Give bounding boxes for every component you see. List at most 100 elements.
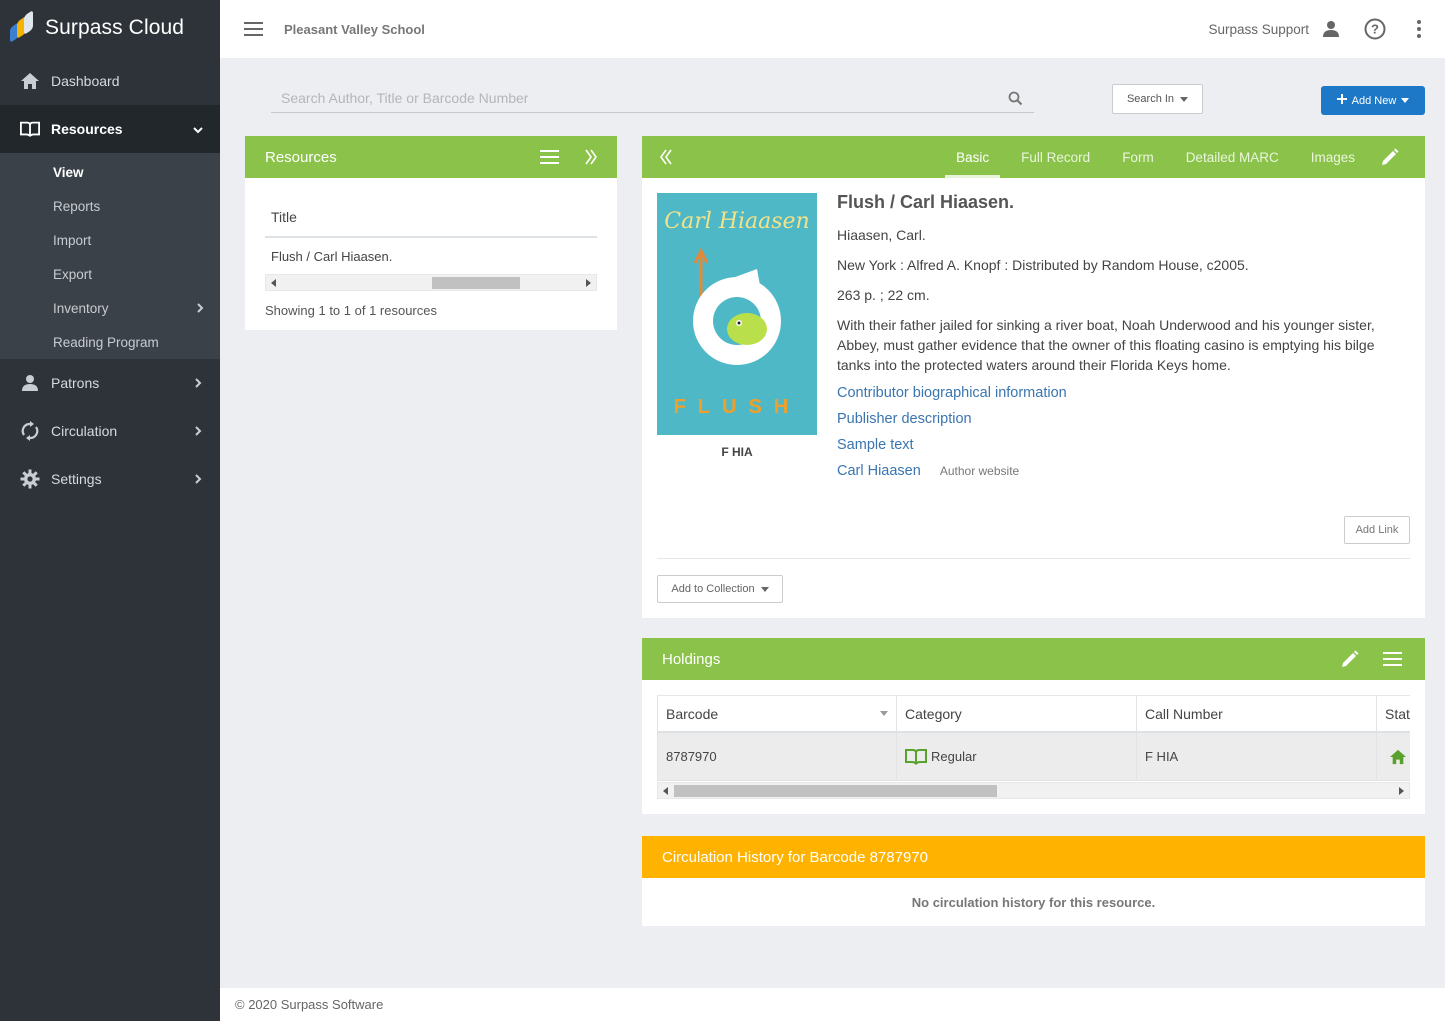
- sub-item-reports[interactable]: Reports: [0, 189, 220, 223]
- add-link-button[interactable]: Add Link: [1344, 516, 1410, 544]
- divider: [657, 558, 1410, 559]
- column-header-title[interactable]: Title: [265, 198, 597, 238]
- column-header-category[interactable]: Category: [897, 696, 1137, 731]
- sub-item-label: Reading Program: [53, 334, 159, 350]
- add-to-collection-dropdown[interactable]: Add to Collection: [657, 575, 783, 603]
- scroll-left-icon[interactable]: [271, 279, 276, 287]
- scroll-right-icon[interactable]: [586, 279, 591, 287]
- edit-icon[interactable]: [1339, 648, 1361, 670]
- sub-item-view[interactable]: View: [0, 155, 220, 189]
- collapse-left-icon[interactable]: [658, 146, 674, 168]
- brand[interactable]: Surpass Cloud: [0, 0, 220, 56]
- scroll-right-icon[interactable]: [1399, 787, 1404, 795]
- svg-text:?: ?: [1371, 22, 1379, 37]
- scroll-left-icon[interactable]: [663, 787, 668, 795]
- tab-images[interactable]: Images: [1300, 136, 1366, 178]
- search-icon[interactable]: [1004, 87, 1026, 109]
- panel-title: Resources: [265, 148, 337, 166]
- link-text[interactable]: Carl Hiaasen: [837, 463, 921, 479]
- add-new-button[interactable]: Add New: [1321, 86, 1425, 115]
- expand-right-icon[interactable]: [583, 146, 599, 168]
- sub-item-export[interactable]: Export: [0, 257, 220, 291]
- caret-down-icon: [1401, 98, 1410, 103]
- link-publisher-description[interactable]: Publisher description: [837, 411, 1407, 427]
- circulation-history-panel: Circulation History for Barcode 8787970 …: [642, 836, 1425, 926]
- menu-toggle-icon[interactable]: [244, 22, 264, 36]
- school-name: Pleasant Valley School: [284, 21, 425, 37]
- list-menu-icon[interactable]: [538, 146, 560, 168]
- top-bar: Pleasant Valley School Surpass Support ?: [220, 0, 1445, 58]
- account-icon[interactable]: [1319, 17, 1343, 41]
- sub-item-label: View: [53, 164, 84, 180]
- resource-publication: New York : Alfred A. Knopf : Distributed…: [837, 257, 1249, 273]
- book-cover-image: Carl Hiaasen FLUSH: [657, 193, 817, 435]
- circulation-history-header: Circulation History for Barcode 8787970: [642, 836, 1425, 878]
- sidebar-item-settings[interactable]: Settings: [0, 455, 220, 503]
- column-header-status[interactable]: Stat: [1377, 696, 1410, 731]
- bibliographic-info: Flush / Carl Hiaasen. Hiaasen, Carl. New…: [837, 192, 1407, 489]
- scroll-thumb[interactable]: [674, 785, 997, 797]
- resources-panel: Resources Title Flush / Carl Hiaasen. Sh…: [245, 136, 617, 330]
- chevron-right-icon: [192, 376, 204, 391]
- table-row[interactable]: Flush / Carl Hiaasen.: [265, 238, 597, 274]
- sidebar-item-label: Patrons: [51, 375, 100, 391]
- sub-item-inventory[interactable]: Inventory: [0, 291, 220, 325]
- chevron-right-icon: [192, 472, 204, 487]
- sidebar-item-patrons[interactable]: Patrons: [0, 359, 220, 407]
- link-text[interactable]: Publisher description: [837, 411, 972, 427]
- home-icon: [20, 71, 40, 91]
- sidebar-item-label: Settings: [51, 471, 102, 487]
- link-note: Author website: [939, 464, 1020, 478]
- sub-item-import[interactable]: Import: [0, 223, 220, 257]
- sidebar-item-circulation[interactable]: Circulation: [0, 407, 220, 455]
- cell-barcode: 8787970: [657, 733, 897, 780]
- cell-call-number: F HIA: [1137, 733, 1377, 780]
- holdings-header-row: Barcode Category Call Number Stat: [657, 695, 1410, 733]
- search-bar: [271, 84, 1034, 113]
- more-vert-icon[interactable]: [1407, 17, 1431, 41]
- tab-full-record[interactable]: Full Record: [1010, 136, 1101, 178]
- column-header-call-number[interactable]: Call Number: [1137, 696, 1377, 731]
- edit-icon[interactable]: [1379, 146, 1401, 168]
- chevron-down-icon: [192, 122, 204, 137]
- list-menu-icon[interactable]: [1381, 648, 1403, 670]
- user-name[interactable]: Surpass Support: [1208, 22, 1309, 37]
- horizontal-scrollbar[interactable]: [265, 274, 597, 291]
- book-icon: [20, 119, 40, 139]
- link-author-website[interactable]: Carl Hiaasen Author website: [837, 463, 1407, 479]
- link-text[interactable]: Contributor biographical information: [837, 385, 1067, 401]
- sub-item-reading-program[interactable]: Reading Program: [0, 325, 220, 359]
- tab-detailed-marc[interactable]: Detailed MARC: [1175, 136, 1290, 178]
- call-number: F HIA: [721, 445, 753, 459]
- table-row[interactable]: 8787970 Regular F HIA: [657, 733, 1410, 781]
- sidebar-item-dashboard[interactable]: Dashboard: [0, 57, 220, 105]
- sidebar-item-label: Dashboard: [51, 73, 120, 89]
- help-icon[interactable]: ?: [1363, 17, 1387, 41]
- panel-title: Circulation History for Barcode 8787970: [662, 848, 928, 866]
- sort-caret-icon[interactable]: [880, 711, 888, 716]
- sub-item-label: Inventory: [53, 300, 109, 316]
- plus-icon: [1336, 94, 1347, 107]
- resources-table: Title Flush / Carl Hiaasen.: [265, 198, 597, 291]
- column-header-barcode[interactable]: Barcode: [657, 696, 897, 731]
- sidebar: Surpass Cloud Dashboard Resources View R…: [0, 0, 220, 1021]
- horizontal-scrollbar[interactable]: [657, 782, 1410, 799]
- empty-state-message: No circulation history for this resource…: [911, 895, 1156, 910]
- gear-icon: [20, 469, 40, 489]
- tab-form[interactable]: Form: [1111, 136, 1165, 178]
- link-sample-text[interactable]: Sample text: [837, 437, 1407, 453]
- sync-icon: [20, 421, 40, 441]
- search-input[interactable]: [271, 85, 1004, 111]
- tab-basic[interactable]: Basic: [945, 136, 1001, 178]
- link-contributor-info[interactable]: Contributor biographical information: [837, 385, 1407, 401]
- holdings-grid: Barcode Category Call Number Stat 878797…: [657, 695, 1410, 801]
- sidebar-item-resources[interactable]: Resources: [0, 105, 220, 153]
- book-icon: [905, 748, 927, 765]
- sidebar-item-label: Circulation: [51, 423, 118, 439]
- search-in-dropdown[interactable]: Search In: [1112, 84, 1203, 114]
- results-count: Showing 1 to 1 of 1 resources: [265, 303, 437, 318]
- link-text[interactable]: Sample text: [837, 437, 914, 453]
- app-name: Surpass Cloud: [45, 16, 185, 39]
- scroll-thumb[interactable]: [432, 277, 520, 289]
- home-icon: [1389, 749, 1407, 765]
